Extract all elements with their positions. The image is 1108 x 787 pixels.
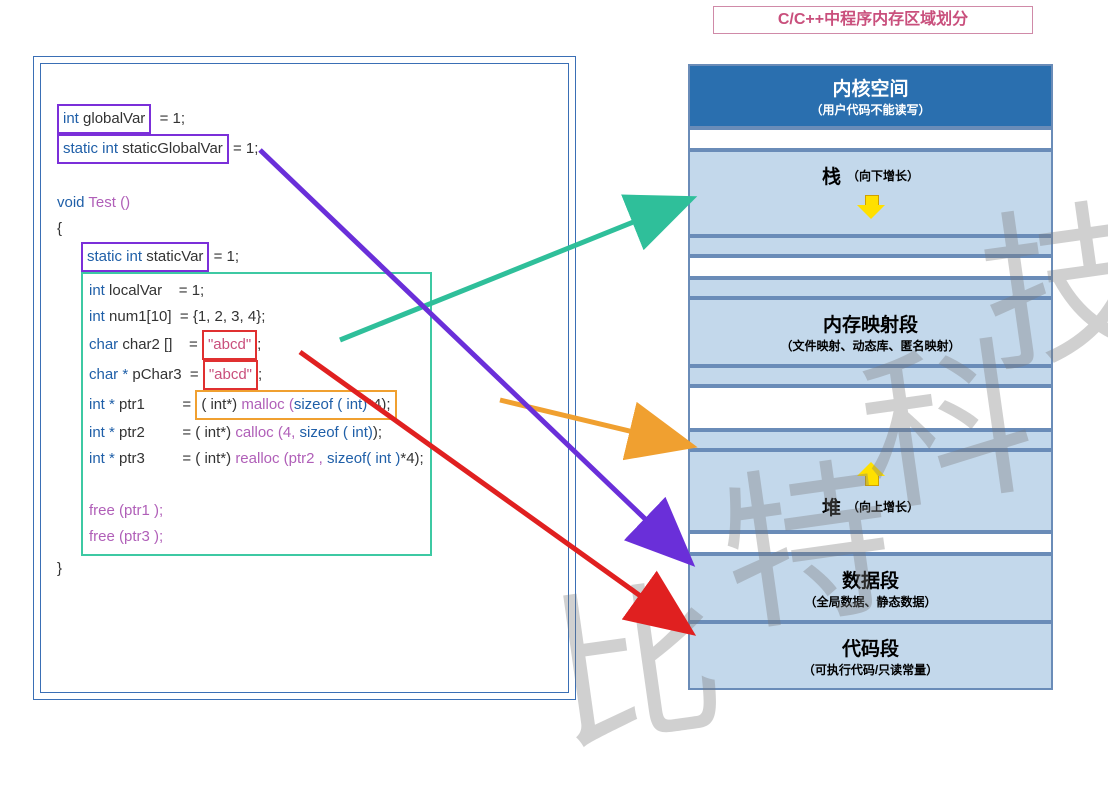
mmap-segment: 内存映射段 （文件映射、动态库、匿名映射）: [688, 298, 1053, 366]
stack-locals-box: int localVar = 1; int num1[10] = {1, 2, …: [81, 272, 432, 556]
realloc-line: int * ptr3 = ( int*) realloc (ptr2 , siz…: [89, 446, 424, 472]
brace-close: }: [57, 556, 552, 582]
data-segment: 数据段 （全局数据、静态数据）: [688, 554, 1053, 622]
stack-pad: [688, 236, 1053, 256]
locals-wrapper: int localVar = 1; int num1[10] = {1, 2, …: [57, 272, 552, 556]
local-var: int localVar = 1;: [89, 278, 424, 304]
blank-line: [57, 164, 552, 190]
gap-4: [688, 532, 1053, 554]
static-global-decl: static int staticGlobalVar = 1;: [57, 134, 552, 164]
gap-1: [688, 128, 1053, 150]
free-2: free (ptr3 );: [89, 524, 424, 550]
calloc-line: int * ptr2 = ( int*) calloc (4, sizeof (…: [89, 420, 424, 446]
global-decl: int globalVar = 1;: [57, 104, 552, 134]
blank-line-2: [89, 472, 424, 498]
up-arrow-icon: [857, 462, 885, 488]
brace-open: {: [57, 216, 552, 242]
code-inner: int globalVar = 1; static int staticGlob…: [40, 63, 569, 693]
malloc-line: int * ptr1 = ( int*) malloc (sizeof ( in…: [89, 390, 424, 420]
array-var: int num1[10] = {1, 2, 3, 4};: [89, 304, 424, 330]
static-local-decl: static int staticVar = 1;: [57, 242, 552, 272]
gap-3: [688, 386, 1053, 430]
down-arrow-icon: [857, 193, 885, 219]
mmap-pad-bot: [688, 366, 1053, 386]
stack-segment: 栈（向下增长）: [688, 150, 1053, 236]
code-container: int globalVar = 1; static int staticGlob…: [33, 56, 576, 700]
kernel-segment: 内核空间 （用户代码不能读写）: [688, 64, 1053, 128]
heap-pad-top: [688, 430, 1053, 450]
char-array: char char2 [] = "abcd";: [89, 330, 424, 360]
free-1: free (ptr1 );: [89, 498, 424, 524]
string-literal-1: "abcd": [202, 330, 257, 360]
code-segment: 代码段 （可执行代码/只读常量）: [688, 622, 1053, 690]
malloc-box: ( int*) malloc (sizeof ( int)*4);: [195, 390, 396, 420]
diagram-title: C/C++中程序内存区域划分: [713, 6, 1033, 34]
gap-2: [688, 256, 1053, 278]
static-local-box: static int staticVar: [81, 242, 209, 272]
char-ptr: char * pChar3 = "abcd";: [89, 360, 424, 390]
func-decl: void Test (): [57, 190, 552, 216]
heap-segment: 堆（向上增长）: [688, 450, 1053, 532]
memory-layout: 内核空间 （用户代码不能读写） 栈（向下增长） 内存映射段 （文件映射、动态库、…: [688, 64, 1053, 690]
global-box: int globalVar: [57, 104, 151, 134]
static-global-box: static int staticGlobalVar: [57, 134, 229, 164]
string-literal-2: "abcd": [203, 360, 258, 390]
mmap-pad-top: [688, 278, 1053, 298]
